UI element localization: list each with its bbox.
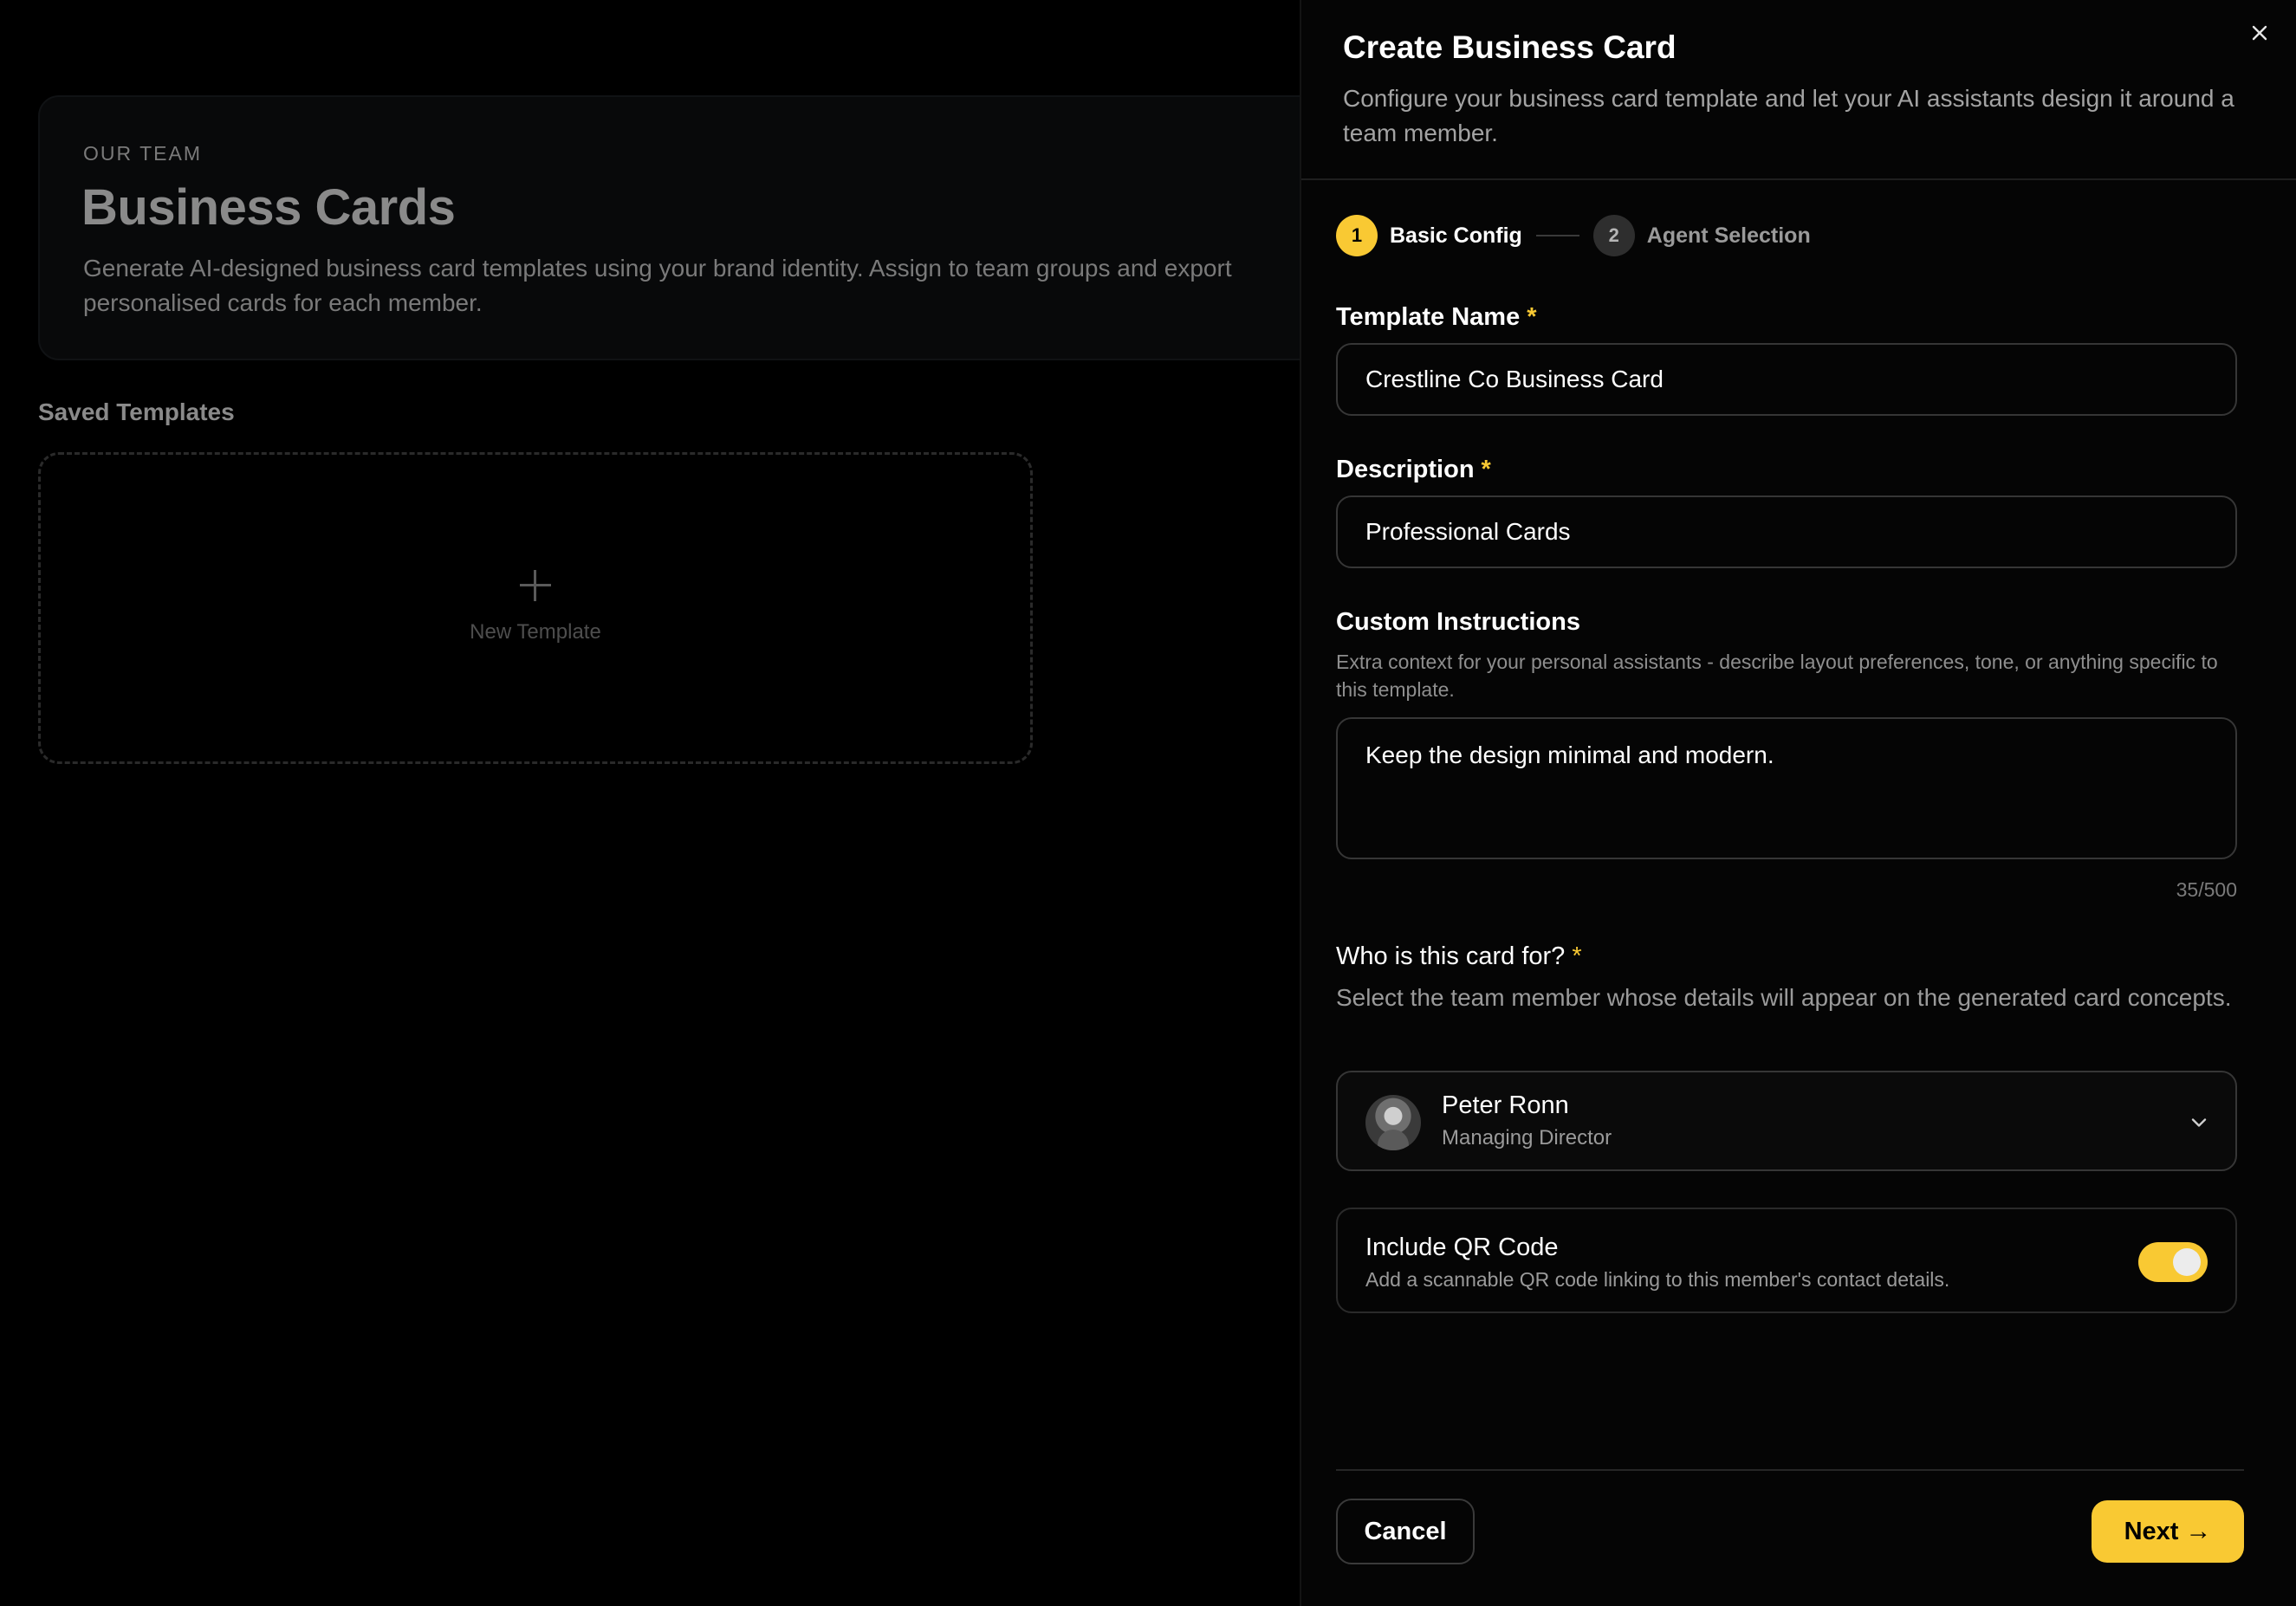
step-basic-config[interactable]: 1 Basic Config: [1336, 215, 1522, 256]
qr-code-toggle[interactable]: [2138, 1242, 2208, 1282]
custom-instructions-help: Extra context for your personal assistan…: [1336, 651, 2218, 701]
chevron-down-icon: [2191, 1118, 2207, 1127]
step-label: Agent Selection: [1646, 223, 1811, 248]
description-input[interactable]: [1336, 495, 2237, 568]
page-description: Generate AI-designed business card templ…: [83, 255, 1232, 316]
create-business-card-drawer: Create Business Card Configure your busi…: [1300, 0, 2296, 1606]
next-button-label: Next: [2124, 1517, 2179, 1545]
description-label-text: Description: [1336, 456, 1475, 483]
step-number: 1: [1336, 215, 1378, 256]
hero-card: OUR TEAM Business Cards Generate AI-desi…: [38, 95, 1364, 360]
saved-templates-title: Saved Templates: [38, 398, 235, 425]
step-agent-selection[interactable]: 2 Agent Selection: [1592, 215, 1811, 256]
template-name-label: Template Name *: [1336, 303, 1537, 332]
qr-code-description: Add a scannable QR code linking to this …: [1365, 1268, 1950, 1291]
template-name-input[interactable]: [1336, 343, 2237, 416]
plus-icon: [518, 568, 553, 603]
member-name: Peter Ronn: [1442, 1091, 1569, 1119]
stepper: 1 Basic Config 2 Agent Selection: [1336, 214, 1811, 257]
new-template-label: New Template: [470, 620, 601, 644]
avatar: [1365, 1095, 1421, 1150]
team-member-select[interactable]: Peter Ronn Managing Director: [1336, 1071, 2237, 1171]
drawer-subtitle: Configure your business card template an…: [1343, 85, 2234, 146]
step-connector: [1535, 235, 1579, 236]
template-name-label-text: Template Name: [1336, 303, 1521, 331]
required-mark: *: [1527, 303, 1537, 331]
step-label: Basic Config: [1390, 223, 1522, 248]
close-button[interactable]: [2246, 19, 2273, 47]
character-counter: 35/500: [2176, 878, 2237, 901]
card-for-label-text: Who is this card for?: [1336, 942, 1566, 970]
qr-code-option: Include QR Code Add a scannable QR code …: [1336, 1208, 2237, 1313]
drawer-title: Create Business Card: [1343, 29, 1677, 65]
drawer-divider: [1301, 178, 2296, 180]
required-mark: *: [1572, 942, 1582, 970]
arrow-right-icon: →: [2185, 1517, 2212, 1545]
hero-eyebrow: OUR TEAM: [83, 142, 202, 165]
member-role: Managing Director: [1442, 1126, 1612, 1149]
toggle-knob: [2173, 1248, 2201, 1276]
step-number: 2: [1592, 215, 1635, 256]
custom-instructions-textarea[interactable]: Keep the design minimal and modern.: [1336, 717, 2237, 859]
card-for-label: Who is this card for? *: [1336, 942, 1582, 971]
page-title: Business Cards: [81, 179, 456, 236]
description-label: Description *: [1336, 456, 1491, 484]
new-template-card[interactable]: New Template: [38, 452, 1033, 764]
card-for-help: Select the team member whose details wil…: [1336, 984, 2232, 1011]
app-root: OUR TEAM Business Cards Generate AI-desi…: [0, 0, 2296, 1606]
qr-code-title: Include QR Code: [1365, 1234, 1559, 1261]
required-mark: *: [1481, 456, 1491, 483]
custom-instructions-label: Custom Instructions: [1336, 608, 1580, 636]
footer-divider: [1336, 1469, 2244, 1471]
cancel-button[interactable]: Cancel: [1336, 1499, 1475, 1564]
close-icon: [2252, 25, 2267, 41]
next-button[interactable]: Next →: [2092, 1500, 2244, 1563]
